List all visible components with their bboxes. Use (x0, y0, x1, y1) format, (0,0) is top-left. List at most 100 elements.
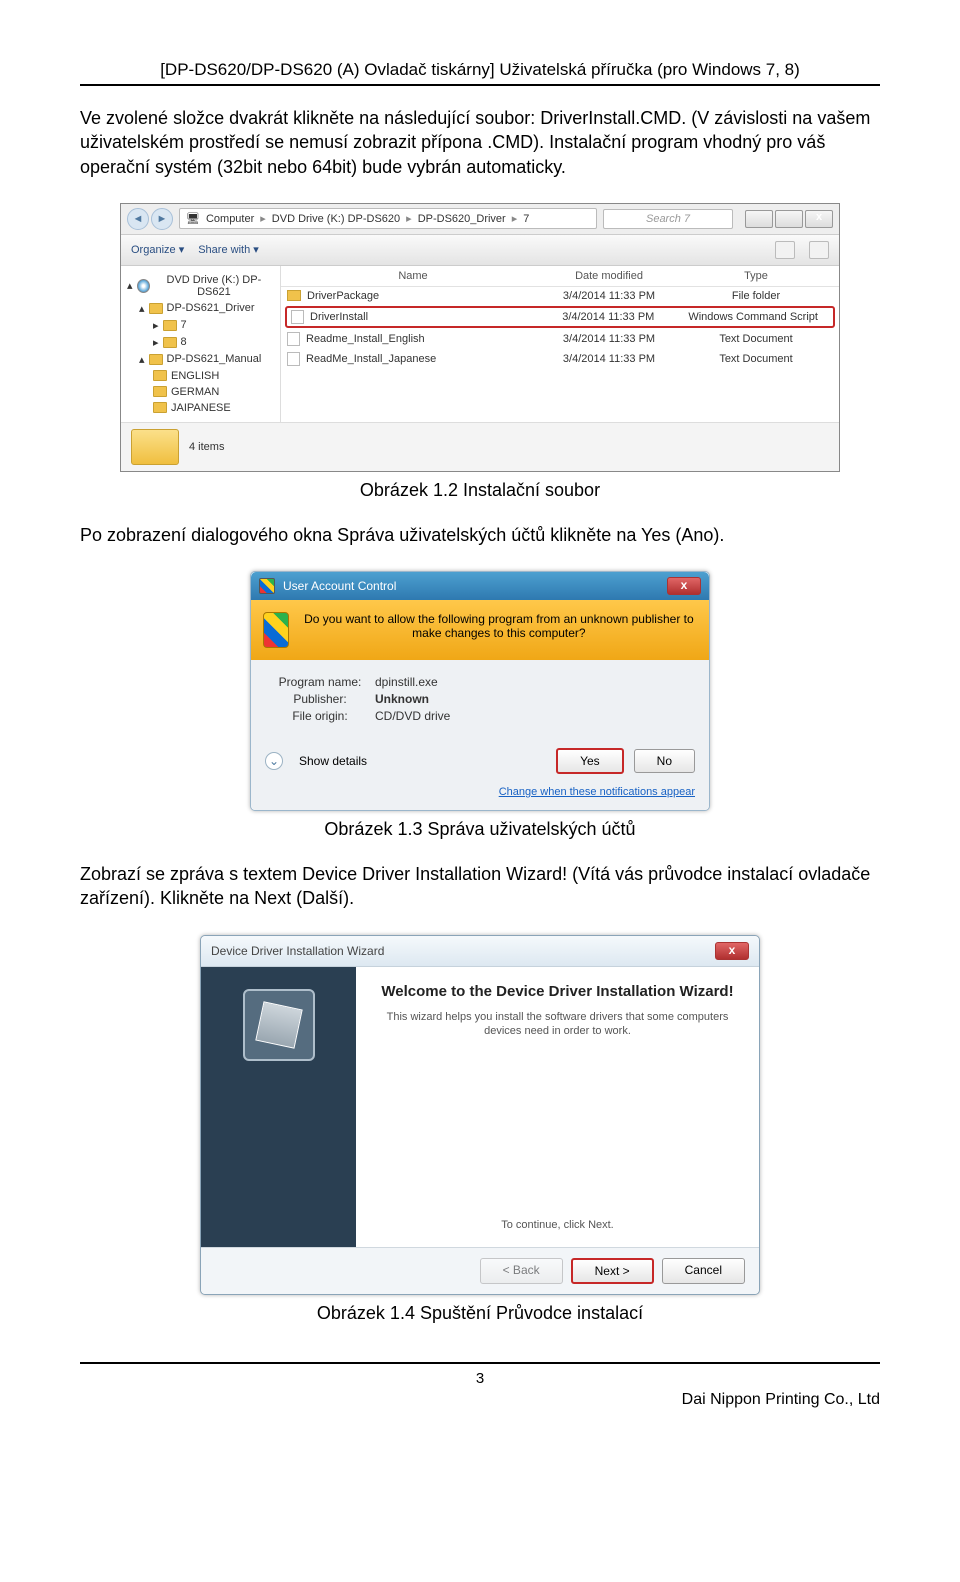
file-type: File folder (679, 290, 833, 302)
paragraph-1: Ve zvolené složce dvakrát klikněte na ná… (80, 106, 880, 179)
col-name[interactable]: Name (287, 270, 539, 282)
folder-icon (153, 370, 167, 381)
wizard-desc: This wizard helps you install the softwa… (376, 1010, 739, 1039)
breadcrumb[interactable]: DVD Drive (K:) DP-DS620 (272, 213, 400, 225)
wizard-footer: < Back Next > Cancel (201, 1247, 759, 1294)
col-date[interactable]: Date modified (539, 270, 679, 282)
figure-caption-3: Obrázek 1.4 Spuštění Průvodce instalací (80, 1303, 880, 1324)
nav-fwd-icon[interactable]: ► (151, 208, 173, 230)
explorer-window: ◄ ► 🖥 Computer▸ DVD Drive (K:) DP-DS620▸… (120, 203, 840, 472)
tree-drive[interactable]: DVD Drive (K:) DP-DS621 (154, 274, 274, 298)
chevron-down-icon[interactable]: ⌄ (265, 752, 283, 770)
file-date: 3/4/2014 11:33 PM (539, 290, 679, 302)
folder-icon (153, 386, 167, 397)
shield-icon (263, 612, 289, 648)
paragraph-3: Zobrazí se zpráva s textem Device Driver… (80, 862, 880, 911)
view-button[interactable] (775, 241, 795, 259)
wizard-icon (243, 989, 315, 1061)
maximize-button[interactable] (775, 210, 803, 228)
uac-settings-link[interactable]: Change when these notifications appear (499, 786, 695, 798)
file-name: ReadMe_Install_Japanese (306, 353, 436, 365)
breadcrumb[interactable]: Computer (206, 213, 254, 225)
folder-icon (287, 290, 301, 301)
value: dpinstill.exe (375, 675, 438, 689)
page-number: 3 (80, 1362, 880, 1387)
yes-button[interactable]: Yes (556, 748, 624, 774)
uac-footer: ⌄ Show details Yes No (251, 738, 709, 784)
wizard-sidebar (201, 967, 356, 1247)
figure-caption-2: Obrázek 1.3 Správa uživatelských účtů (80, 819, 880, 840)
window-controls: x (745, 210, 833, 228)
uac-details: Program name:dpinstill.exe Publisher:Unk… (251, 660, 709, 738)
help-button[interactable] (809, 241, 829, 259)
folder-icon (149, 354, 163, 365)
wizard-continue: To continue, click Next. (376, 1219, 739, 1231)
label: Program name: (265, 675, 375, 689)
value: CD/DVD drive (375, 709, 450, 723)
show-details-link[interactable]: Show details (299, 754, 367, 768)
back-button: < Back (480, 1258, 563, 1284)
file-row[interactable]: ReadMe_Install_Japanese3/4/2014 11:33 PM… (281, 349, 839, 369)
next-button[interactable]: Next > (571, 1258, 654, 1284)
breadcrumb[interactable]: DP-DS620_Driver (418, 213, 506, 225)
tree-item[interactable]: 8 (181, 336, 187, 348)
file-type: Text Document (679, 353, 833, 365)
status-bar: 4 items (121, 422, 839, 471)
no-button[interactable]: No (634, 749, 695, 773)
share-menu[interactable]: Share with ▾ (198, 243, 259, 256)
file-date: 3/4/2014 11:33 PM (539, 333, 679, 345)
minimize-button[interactable] (745, 210, 773, 228)
label: Publisher: (265, 692, 375, 706)
file-name: DriverPackage (307, 290, 379, 302)
tree-item[interactable]: GERMAN (171, 386, 219, 398)
file-pane: Name Date modified Type DriverPackage 3/4… (281, 266, 839, 422)
file-row[interactable]: DriverPackage 3/4/2014 11:33 PMFile folde… (281, 287, 839, 305)
folder-icon (163, 320, 177, 331)
nav-tree: ▴DVD Drive (K:) DP-DS621 ▴DP-DS621_Drive… (121, 266, 281, 422)
folder-icon (131, 429, 179, 465)
wizard-dialog: Device Driver Installation Wizard x Welc… (200, 935, 760, 1295)
file-row[interactable]: DriverInstall3/4/2014 11:33 PMWindows Co… (285, 306, 835, 328)
uac-titlebar: User Account Control x (251, 572, 709, 600)
wizard-heading: Welcome to the Device Driver Installatio… (376, 983, 739, 1000)
folder-icon (149, 303, 163, 314)
file-type: Text Document (679, 333, 833, 345)
nav-back-icon[interactable]: ◄ (127, 208, 149, 230)
paragraph-2: Po zobrazení dialogového okna Správa uži… (80, 523, 880, 547)
file-row[interactable]: Readme_Install_English 3/4/2014 11:33 PMT… (281, 329, 839, 349)
organize-menu[interactable]: Organize ▾ (131, 243, 184, 256)
explorer-toolbar: Organize ▾ Share with ▾ (121, 235, 839, 266)
breadcrumb[interactable]: 7 (523, 213, 529, 225)
disc-icon (137, 279, 150, 293)
figure-caption-1: Obrázek 1.2 Instalační soubor (80, 480, 880, 501)
folder-icon (153, 402, 167, 413)
wizard-content: Welcome to the Device Driver Installatio… (356, 967, 759, 1247)
uac-title-text: User Account Control (283, 579, 396, 593)
cancel-button[interactable]: Cancel (662, 1258, 745, 1284)
tree-item[interactable]: JAIPANESE (171, 402, 231, 414)
file-date: 3/4/2014 11:33 PM (539, 311, 677, 323)
explorer-titlebar: ◄ ► 🖥 Computer▸ DVD Drive (K:) DP-DS620▸… (121, 204, 839, 235)
folder-icon (163, 337, 177, 348)
label: File origin: (265, 709, 375, 723)
file-name: Readme_Install_English (306, 333, 425, 345)
close-button[interactable]: x (667, 577, 701, 595)
uac-question-band: Do you want to allow the following progr… (251, 600, 709, 660)
file-icon (287, 332, 300, 346)
tree-item[interactable]: 7 (181, 319, 187, 331)
file-icon (291, 310, 304, 324)
col-type[interactable]: Type (679, 270, 833, 282)
tree-item[interactable]: ENGLISH (171, 370, 219, 382)
uac-dialog: User Account Control x Do you want to al… (250, 571, 710, 811)
close-button[interactable]: x (805, 210, 833, 228)
address-bar[interactable]: 🖥 Computer▸ DVD Drive (K:) DP-DS620▸ DP-… (179, 208, 597, 229)
tree-item[interactable]: DP-DS621_Driver (167, 302, 255, 314)
value: Unknown (375, 692, 429, 706)
tree-item[interactable]: DP-DS621_Manual (167, 353, 262, 365)
file-icon (287, 352, 300, 366)
close-button[interactable]: x (715, 942, 749, 960)
file-name: DriverInstall (310, 311, 368, 323)
wizard-titlebar: Device Driver Installation Wizard x (201, 936, 759, 967)
wizard-title-text: Device Driver Installation Wizard (211, 944, 384, 958)
search-input[interactable]: Search 7 (603, 209, 733, 229)
